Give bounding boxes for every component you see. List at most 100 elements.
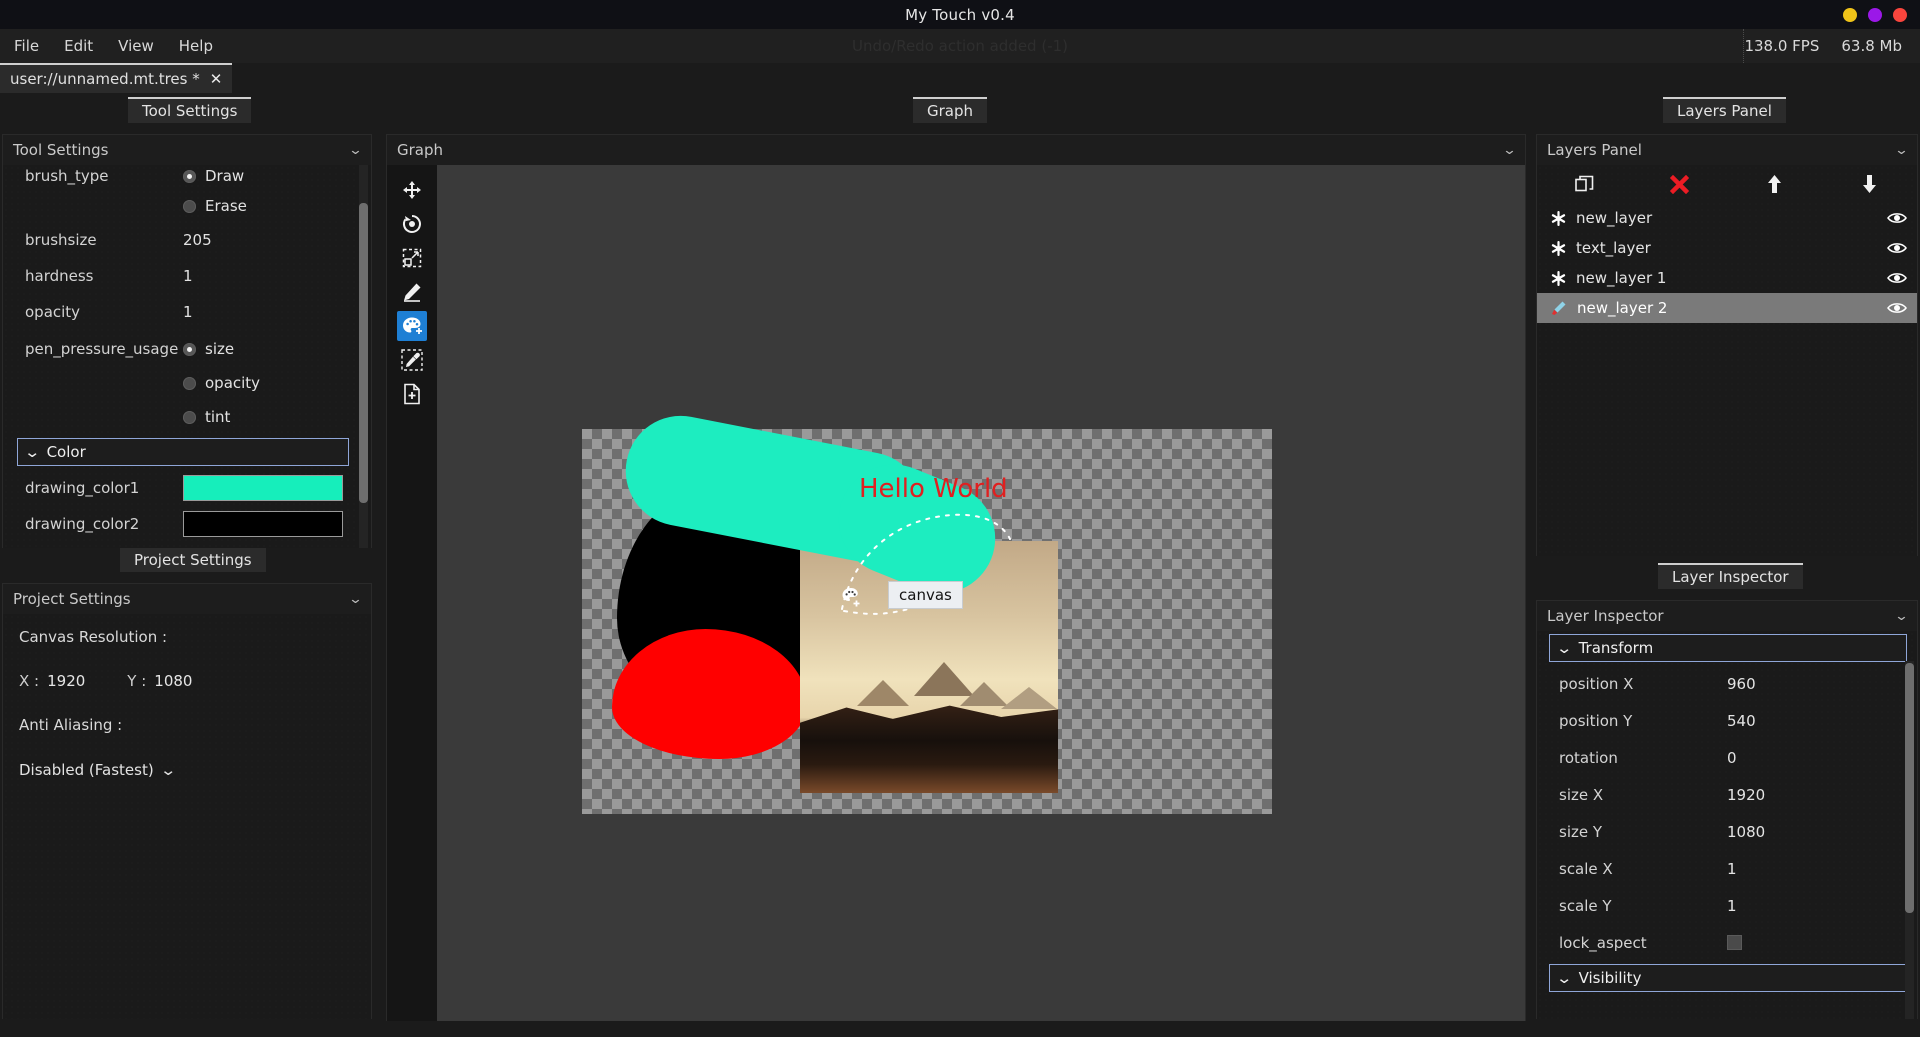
value-position-x[interactable]: 960 [1727,675,1756,693]
layer-row-new-layer-1[interactable]: new_layer 1 [1537,263,1917,293]
radio-dot-icon [183,169,196,183]
brush-icon [1551,300,1567,316]
drawing-color2-swatch[interactable] [183,511,343,537]
artboard[interactable]: Hello World canvas [582,406,1272,814]
drawing-color1-swatch[interactable] [183,475,343,501]
value-opacity[interactable]: 1 [183,303,193,321]
project-settings-title: Project Settings [13,590,131,608]
palette-tool[interactable] [397,311,427,341]
value-canvas-y[interactable]: 1080 [154,672,192,690]
visibility-eye-icon[interactable] [1887,301,1907,315]
close-button[interactable] [1893,7,1907,22]
value-scale-x[interactable]: 1 [1727,860,1737,878]
window-controls [1843,0,1907,29]
visibility-eye-icon[interactable] [1887,271,1907,285]
row-pressure-tint: tint [3,402,371,432]
add-layer-tool[interactable] [397,379,427,409]
layer-inspector-scrollbar[interactable] [1905,663,1914,913]
move-layer-up-button[interactable] [1727,174,1822,194]
file-tab-unnamed[interactable]: user://unnamed.mt.tres * ✕ [0,63,233,93]
layers-panel-header[interactable]: Layers Panel ⌄ [1537,135,1917,165]
dock-tab-layer-inspector[interactable]: Layer Inspector [1658,563,1803,589]
canvas-node-marker-icon[interactable] [840,587,866,609]
move-tool[interactable] [397,175,427,205]
label-canvas-y: Y : [127,672,147,690]
anti-aliasing-dropdown[interactable]: Disabled (Fastest) ⌄ [19,761,176,779]
menu-file[interactable]: File [3,35,50,57]
row-lock-aspect: lock_aspect [1537,924,1917,961]
menu-help[interactable]: Help [168,35,224,57]
pencil-tool[interactable] [397,277,427,307]
radio-erase[interactable]: Erase [183,197,247,215]
radio-draw[interactable]: Draw [183,167,244,185]
rotate-tool[interactable] [397,209,427,239]
dock-tab-project-settings[interactable]: Project Settings [120,546,266,572]
value-hardness[interactable]: 1 [183,267,193,285]
move-layer-down-button[interactable] [1822,174,1917,194]
visibility-section-header[interactable]: ⌄ Visibility [1549,964,1907,992]
minimize-button[interactable] [1843,7,1857,22]
radio-pressure-opacity[interactable]: opacity [183,374,260,392]
visibility-eye-icon[interactable] [1887,211,1907,225]
menu-view[interactable]: View [107,35,165,57]
layer-name: new_layer [1576,209,1653,227]
radio-pressure-tint[interactable]: tint [183,408,230,426]
graph-panel: Graph ⌄ Hello World canvas [386,134,1526,1021]
label-canvas-x: X : [19,672,40,690]
project-settings-header[interactable]: Project Settings ⌄ [3,584,371,614]
value-brushsize[interactable]: 205 [183,231,212,249]
duplicate-layer-button[interactable] [1537,175,1632,194]
menu-edit[interactable]: Edit [53,35,104,57]
layer-inspector-panel: Layer Inspector ⌄ ⌄ Transform position X… [1536,600,1918,1019]
label-drawing-color2: drawing_color2 [25,515,140,533]
chevron-down-icon[interactable]: ⌄ [348,592,363,607]
layers-toolbar [1537,165,1917,203]
layer-row-new-layer-2[interactable]: new_layer 2 [1537,293,1917,323]
value-rotation[interactable]: 0 [1727,749,1737,767]
graph-canvas-area[interactable]: Hello World canvas [387,165,1525,1021]
dock-tab-graph[interactable]: Graph [913,97,988,123]
graph-header[interactable]: Graph ⌄ [387,135,1525,165]
transform-section-header[interactable]: ⌄ Transform [1549,634,1907,662]
value-size-x[interactable]: 1920 [1727,786,1765,804]
chevron-down-icon[interactable]: ⌄ [348,143,363,158]
color-section-header[interactable]: ⌄ Color [17,438,349,466]
scale-tool[interactable] [397,243,427,273]
row-brushsize: brushsize 205 [3,225,371,255]
tool-settings-header[interactable]: Tool Settings ⌄ [3,135,371,165]
eyedropper-tool[interactable] [397,345,427,375]
layer-row-text-layer[interactable]: text_layer [1537,233,1917,263]
label-lock-aspect: lock_aspect [1559,933,1647,952]
dock-tab-tool-settings[interactable]: Tool Settings [128,97,252,123]
layer-inspector-header[interactable]: Layer Inspector ⌄ [1537,601,1917,631]
value-canvas-x[interactable]: 1920 [47,672,85,690]
row-drawing-color2: drawing_color2 [3,509,371,539]
lock-aspect-checkbox[interactable] [1727,935,1742,950]
visibility-eye-icon[interactable] [1887,241,1907,255]
performance-readout: 138.0 FPS 63.8 Mb [1743,29,1920,63]
row-position-x: position X 960 [1537,665,1917,702]
value-size-y[interactable]: 1080 [1727,823,1765,841]
chevron-down-icon[interactable]: ⌄ [1894,143,1909,158]
project-settings-panel: Project Settings ⌄ Canvas Resolution : X… [2,583,372,1019]
hello-world-text[interactable]: Hello World [859,474,1008,504]
dock-tab-layers-panel[interactable]: Layers Panel [1663,97,1786,123]
tool-settings-body: brush_type Draw Erase brushsize 205 hard… [3,165,371,548]
delete-layer-button[interactable] [1632,174,1727,194]
gear-icon [1551,240,1566,256]
layer-row-new-layer[interactable]: new_layer [1537,203,1917,233]
value-position-y[interactable]: 540 [1727,712,1756,730]
value-scale-y[interactable]: 1 [1727,897,1737,915]
gear-icon [1551,270,1566,286]
chevron-down-icon[interactable]: ⌄ [1894,609,1909,624]
layers-panel: Layers Panel ⌄ new_layer text_layer new_… [1536,134,1918,556]
label-position-y: position Y [1559,711,1633,730]
label-brushsize: brushsize [25,231,97,249]
canvas-label[interactable]: canvas [888,581,963,609]
close-icon[interactable]: ✕ [210,71,223,87]
chevron-down-icon[interactable]: ⌄ [1502,143,1517,158]
radio-size[interactable]: size [183,340,234,358]
tool-settings-scrollbar[interactable] [359,203,368,503]
maximize-button[interactable] [1868,7,1882,22]
row-size-y: size Y 1080 [1537,813,1917,850]
